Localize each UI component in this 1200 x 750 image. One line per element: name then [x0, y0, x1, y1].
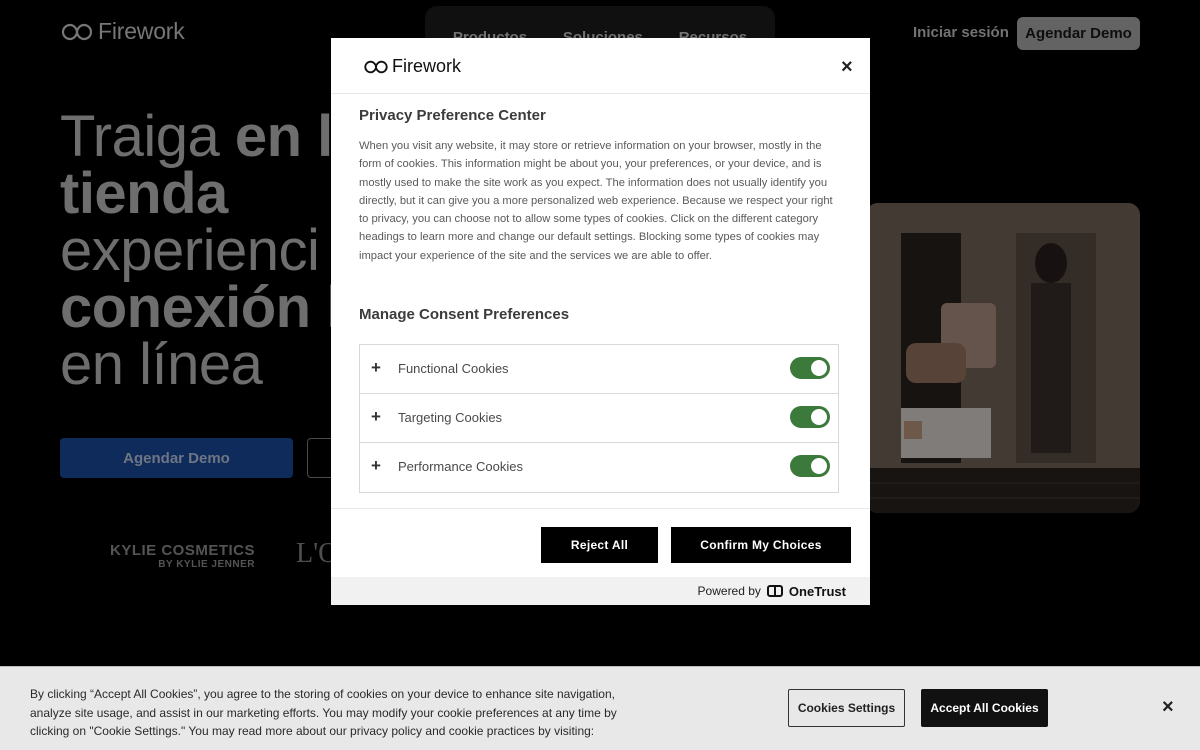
- powered-by-label: Powered by: [697, 584, 761, 598]
- toggle-knob: [811, 458, 827, 474]
- toggle-knob: [811, 360, 827, 376]
- reject-all-button[interactable]: Reject All: [541, 527, 658, 563]
- footer-divider: [331, 508, 870, 509]
- onetrust-icon: [766, 585, 783, 597]
- modal-title: Privacy Preference Center: [359, 107, 546, 124]
- category-label: Targeting Cookies: [398, 410, 503, 425]
- category-targeting[interactable]: + Targeting Cookies: [360, 394, 838, 443]
- modal-header: Firework ×: [331, 38, 870, 94]
- close-icon[interactable]: ×: [841, 57, 853, 77]
- cookie-banner: By clicking “Accept All Cookies”, you ag…: [0, 666, 1200, 750]
- privacy-preference-modal: Firework × Privacy Preference Center Whe…: [331, 38, 870, 605]
- firework-logo-icon: [364, 60, 388, 73]
- cookies-settings-button[interactable]: Cookies Settings: [788, 689, 905, 727]
- accept-all-cookies-button[interactable]: Accept All Cookies: [921, 689, 1048, 727]
- cookie-categories: + Functional Cookies + Targeting Cookies…: [359, 344, 839, 493]
- targeting-cookies-toggle[interactable]: [790, 406, 830, 428]
- modal-logo-text: Firework: [392, 56, 462, 76]
- modal-logo: Firework: [363, 56, 461, 77]
- functional-cookies-toggle[interactable]: [790, 357, 830, 379]
- onetrust-brand: OneTrust: [788, 583, 846, 599]
- close-icon[interactable]: ×: [1162, 697, 1174, 717]
- expand-plus-icon[interactable]: +: [371, 456, 381, 476]
- cookie-banner-text: By clicking “Accept All Cookies”, you ag…: [30, 687, 617, 738]
- category-performance[interactable]: + Performance Cookies: [360, 443, 838, 492]
- performance-cookies-toggle[interactable]: [790, 455, 830, 477]
- category-label: Performance Cookies: [398, 459, 523, 474]
- toggle-knob: [811, 409, 827, 425]
- category-functional[interactable]: + Functional Cookies: [360, 345, 838, 394]
- powered-by-onetrust[interactable]: Powered by OneTrust: [331, 577, 870, 605]
- expand-plus-icon[interactable]: +: [371, 358, 381, 378]
- manage-consent-title: Manage Consent Preferences: [359, 306, 570, 323]
- expand-plus-icon[interactable]: +: [371, 407, 381, 427]
- modal-description: When you visit any website, it may store…: [359, 140, 833, 262]
- confirm-choices-button[interactable]: Confirm My Choices: [671, 527, 851, 563]
- category-label: Functional Cookies: [398, 361, 509, 376]
